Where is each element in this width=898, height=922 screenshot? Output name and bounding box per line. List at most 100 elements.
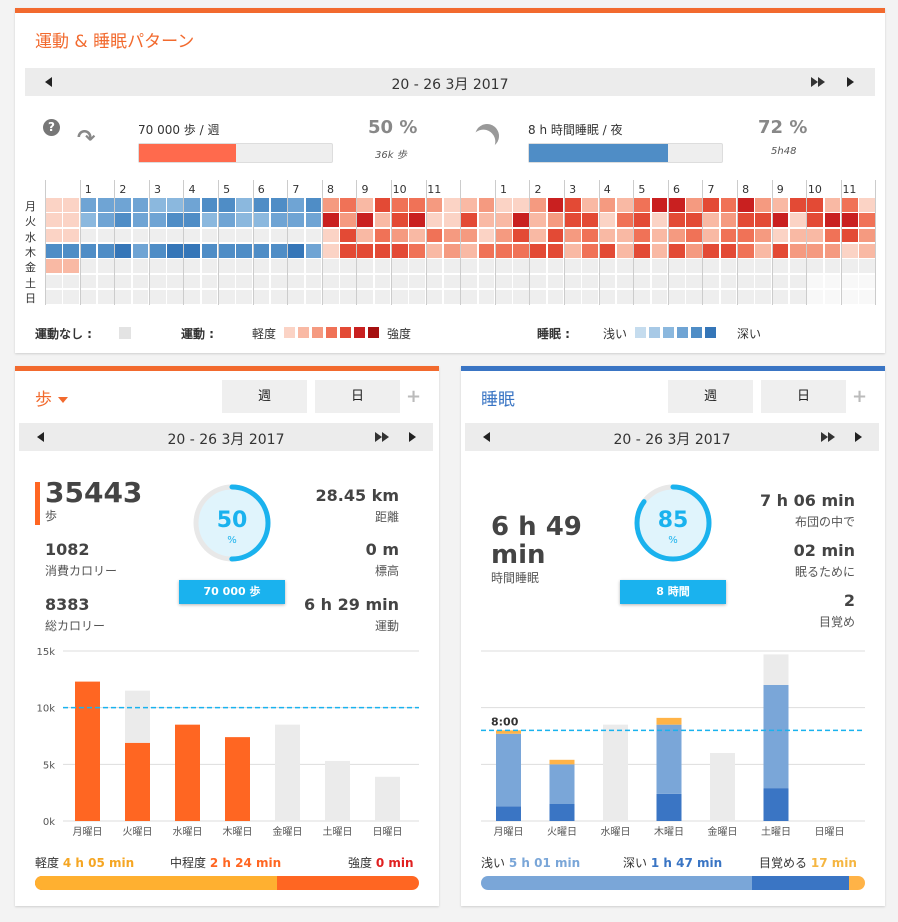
legend-swatch (663, 327, 674, 338)
next-arrow-icon[interactable] (409, 432, 416, 442)
heatmap-cell (668, 289, 685, 304)
heatmap-cell (859, 228, 875, 243)
heatmap-cell (201, 274, 218, 289)
heatmap-cell (288, 274, 304, 289)
help-icon[interactable]: ? (43, 119, 60, 136)
heatmap-cell (703, 198, 720, 212)
fast-forward-icon[interactable] (821, 432, 835, 442)
heatmap-cell (253, 243, 270, 258)
tab-day[interactable]: 日 (761, 380, 846, 413)
heatmap-cell (149, 198, 166, 212)
calories-total-label: 総カロリー (45, 619, 106, 633)
heatmap-cell (461, 289, 477, 304)
heatmap-cell (547, 243, 564, 258)
hour-label: 4 (603, 183, 611, 196)
next-arrow-icon[interactable] (847, 77, 854, 87)
heatmap-cell (201, 213, 218, 228)
hour-label: 10 (807, 183, 822, 196)
x-tick-label: 木曜日 (654, 826, 684, 838)
heatmap-cell (357, 228, 374, 243)
heatmap-cell (703, 228, 720, 243)
legend-activity-swatches (284, 327, 384, 339)
legend-swatch (312, 327, 323, 338)
heatmap-cell (115, 259, 131, 273)
footer-strong-label: 強度 0 min (348, 856, 414, 870)
hour-label: 11 (842, 183, 857, 196)
sleep-phase-bar (481, 876, 865, 890)
heatmap-cell (426, 289, 443, 304)
heatmap-cell (115, 213, 131, 228)
hour-label: 8 (326, 183, 334, 196)
heatmap-cell (720, 259, 737, 273)
fast-forward-icon[interactable] (811, 77, 825, 87)
heatmap-cell (772, 213, 789, 228)
tab-day[interactable]: 日 (315, 380, 400, 413)
add-icon[interactable]: + (852, 386, 867, 407)
time-in-bed: 7 h 06 min (759, 491, 855, 510)
heatmap-cell (201, 289, 218, 304)
heatmap-cell (634, 213, 650, 228)
heatmap-cell (461, 198, 477, 212)
time-to-sleep: 02 min (793, 541, 855, 560)
heatmap-cell (461, 259, 477, 273)
heatmap-cell (478, 274, 495, 289)
heatmap-cell (288, 243, 304, 258)
tab-week[interactable]: 週 (668, 380, 753, 413)
heatmap-cell (270, 259, 287, 273)
tab-week[interactable]: 週 (222, 380, 307, 413)
x-tick-label: 火曜日 (123, 826, 153, 838)
hour-label: 9 (776, 183, 784, 196)
heatmap-cell (392, 259, 408, 273)
heatmap-cell (392, 198, 408, 212)
heatmap-cell (651, 228, 668, 243)
heatmap-cell (634, 198, 650, 212)
heatmap: 1 1 2 2 3 3 4 4 5 5 6 6 7 7 8 8 9 9 10 10 11 11 月火水木金土日 (25, 180, 877, 310)
heatmap-cell (219, 259, 235, 273)
dropdown-icon[interactable] (58, 397, 68, 403)
next-arrow-icon[interactable] (855, 432, 862, 442)
heatmap-cell (651, 274, 668, 289)
steps-pct: 50 % (368, 117, 418, 138)
heatmap-cell (703, 213, 720, 228)
heatmap-cell (755, 198, 772, 212)
fast-forward-icon[interactable] (375, 432, 389, 442)
heatmap-cell (738, 198, 754, 212)
heatmap-cell (720, 274, 737, 289)
heatmap-cell (340, 228, 356, 243)
heatmap-cell (236, 213, 253, 228)
heatmap-cell (167, 289, 183, 304)
day-label: 月 (25, 200, 36, 213)
heatmap-cell (841, 274, 858, 289)
heatmap-cell (530, 198, 547, 212)
time-to-sleep-label: 眠るために (794, 565, 855, 579)
sleep-title: 睡眠 (481, 390, 515, 410)
heatmap-cell (80, 198, 97, 212)
heatmap-cell (97, 289, 114, 304)
heatmap-cell (357, 289, 374, 304)
heatmap-cell (841, 213, 858, 228)
heatmap-cell (80, 228, 97, 243)
heatmap-cell (184, 274, 201, 289)
heatmap-cell (599, 198, 616, 212)
heatmap-cell (132, 213, 149, 228)
active-time-label: 運動 (374, 619, 399, 633)
heatmap-cell (443, 289, 460, 304)
sleep-card: 睡眠 週 日 + 20 - 26 3月 2017 6 h 49 min 時間睡眠 … (461, 366, 885, 906)
heatmap-cell (651, 198, 668, 212)
steps-title[interactable]: 歩 (35, 385, 68, 410)
heatmap-cell (409, 289, 426, 304)
heatmap-cell (841, 228, 858, 243)
heatmap-cell (132, 289, 149, 304)
heatmap-cell (789, 259, 806, 273)
add-icon[interactable]: + (406, 386, 421, 407)
steps-ring-unit: % (227, 535, 237, 546)
heatmap-cell (270, 213, 287, 228)
steps-total: 35443 (45, 476, 143, 509)
hour-label: 9 (361, 183, 369, 196)
heatmap-cell (236, 289, 253, 304)
heatmap-cell (443, 259, 460, 273)
bar (275, 724, 300, 821)
heatmap-cell (340, 274, 356, 289)
heatmap-cell (322, 228, 339, 243)
date-range: 20 - 26 3月 2017 (391, 77, 509, 93)
